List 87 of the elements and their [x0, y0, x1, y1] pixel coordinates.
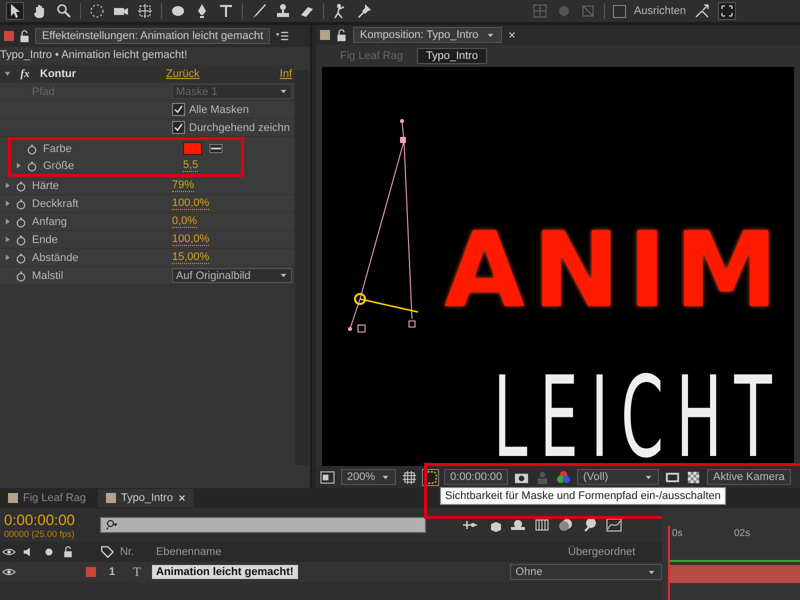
search-icon[interactable] — [56, 3, 72, 19]
crossed-box-icon[interactable] — [580, 3, 596, 19]
label-color-square — [320, 30, 330, 40]
stopwatch-icon[interactable] — [15, 252, 27, 264]
fx-label: fx — [19, 68, 31, 80]
parent-dropdown[interactable]: Ohne — [510, 564, 662, 580]
composition-subtab[interactable]: Typo_Intro — [416, 48, 487, 64]
layer-name[interactable]: Animation leicht gemacht! — [152, 565, 298, 579]
stopwatch-icon[interactable] — [15, 234, 27, 246]
property-label: Farbe — [42, 142, 73, 154]
checkbox-label: Durchgehend zeichn — [189, 122, 290, 134]
panel-menu-icon[interactable] — [274, 29, 290, 43]
ruler-label: 02s — [734, 528, 750, 539]
checkbox[interactable] — [172, 103, 185, 116]
property-value[interactable]: 100,0% — [172, 233, 210, 246]
timeline-tab[interactable]: Typo_Intro — [98, 489, 194, 507]
checkerboard-icon[interactable] — [686, 470, 702, 484]
time-display[interactable]: 0:00:00:00 — [444, 469, 508, 485]
property-value[interactable]: 79% — [172, 179, 194, 192]
column-header: Nr. — [120, 546, 136, 558]
property-label: Malstil — [31, 270, 64, 282]
property-label: Größe — [42, 160, 76, 172]
frame-count: 00000 (25.00 fps) — [4, 528, 76, 538]
current-time[interactable]: 0:00:00:00 — [4, 512, 92, 528]
stopwatch-icon[interactable] — [15, 270, 27, 282]
lock-icon[interactable] — [18, 30, 31, 42]
panel-tab[interactable]: Effekteinstellungen: Animation leicht gemacht — [35, 28, 270, 44]
property-label: Anfang — [31, 216, 68, 228]
column-header: Übergeordnet — [568, 546, 636, 558]
about-link[interactable]: Inf — [280, 68, 292, 80]
lock-icon[interactable] — [335, 28, 348, 42]
resolution-dropdown[interactable]: (Voll) — [577, 469, 660, 485]
zoom-dropdown[interactable]: 200% — [341, 469, 396, 485]
color-channels-icon[interactable] — [556, 470, 572, 484]
align-label: Ausrichten — [634, 5, 686, 17]
lock-icon[interactable] — [62, 546, 74, 558]
layer-number: 1 — [108, 566, 116, 578]
checkbox[interactable] — [613, 4, 626, 18]
pin-icon[interactable] — [356, 3, 372, 19]
reset-link[interactable]: Zurück — [166, 68, 200, 80]
property-value[interactable]: 5,5 — [183, 159, 198, 172]
color-swatch[interactable] — [183, 142, 202, 155]
layer-type-label: T — [132, 564, 142, 580]
label-color-square — [4, 31, 14, 41]
property-label: Abstände — [31, 252, 80, 264]
checkbox-label: Alle Masken — [189, 104, 249, 116]
stopwatch-icon[interactable] — [15, 180, 27, 192]
caret-icon — [279, 87, 288, 96]
camera-dropdown[interactable]: Aktive Kamera — [707, 469, 791, 485]
close-icon[interactable] — [178, 494, 186, 502]
search-icon — [105, 519, 119, 531]
timeline-tab[interactable]: Fig Leaf Rag — [0, 489, 94, 507]
stopwatch-icon[interactable] — [26, 160, 38, 172]
text-layer: LEICHT — [493, 362, 784, 466]
graph-editor-icon[interactable] — [606, 517, 622, 533]
snap-frame-icon[interactable] — [719, 3, 735, 19]
property-label: Deckkraft — [31, 198, 80, 210]
brush-icon[interactable] — [251, 3, 267, 19]
tag-icon[interactable] — [100, 545, 114, 559]
expand-triangle-icon[interactable] — [2, 69, 12, 78]
property-value[interactable]: 15,00% — [172, 251, 210, 264]
checkbox[interactable] — [172, 121, 185, 134]
stopwatch-icon[interactable] — [15, 198, 27, 210]
composition-tab[interactable]: Komposition: Typo_Intro — [353, 27, 502, 43]
effect-name: Kontur — [39, 68, 78, 80]
breadcrumb: Typo_Intro • Animation leicht gemacht! — [0, 48, 188, 63]
tooltip: Sichtbarkeit für Maske und Formenpfad ein-/ausschalten — [440, 487, 726, 505]
selected-text-layer: ANIM — [444, 218, 786, 322]
type-tool-icon[interactable] — [218, 3, 234, 19]
dropdown[interactable]: Auf Originalbild — [172, 268, 292, 283]
caret-icon — [279, 271, 288, 280]
expand-arrows-icon[interactable] — [694, 3, 710, 19]
scrollbar[interactable] — [295, 70, 309, 465]
stamp-icon[interactable] — [275, 3, 291, 19]
property-label: Ende — [31, 234, 59, 246]
property-label: Härte — [31, 180, 60, 192]
property-value[interactable]: 0,0% — [172, 215, 198, 228]
label-color-square[interactable] — [86, 567, 96, 577]
search-field[interactable] — [100, 517, 426, 533]
close-icon[interactable] — [507, 30, 518, 40]
stopwatch-icon[interactable] — [26, 142, 38, 154]
column-header: Ebenenname — [156, 546, 222, 558]
property-value[interactable]: 100,0% — [172, 197, 210, 210]
ruler-label: 0s — [672, 528, 683, 539]
ellipse-tool-icon[interactable] — [170, 3, 186, 19]
grid-icon[interactable] — [402, 470, 418, 484]
stopwatch-icon[interactable] — [15, 216, 27, 228]
